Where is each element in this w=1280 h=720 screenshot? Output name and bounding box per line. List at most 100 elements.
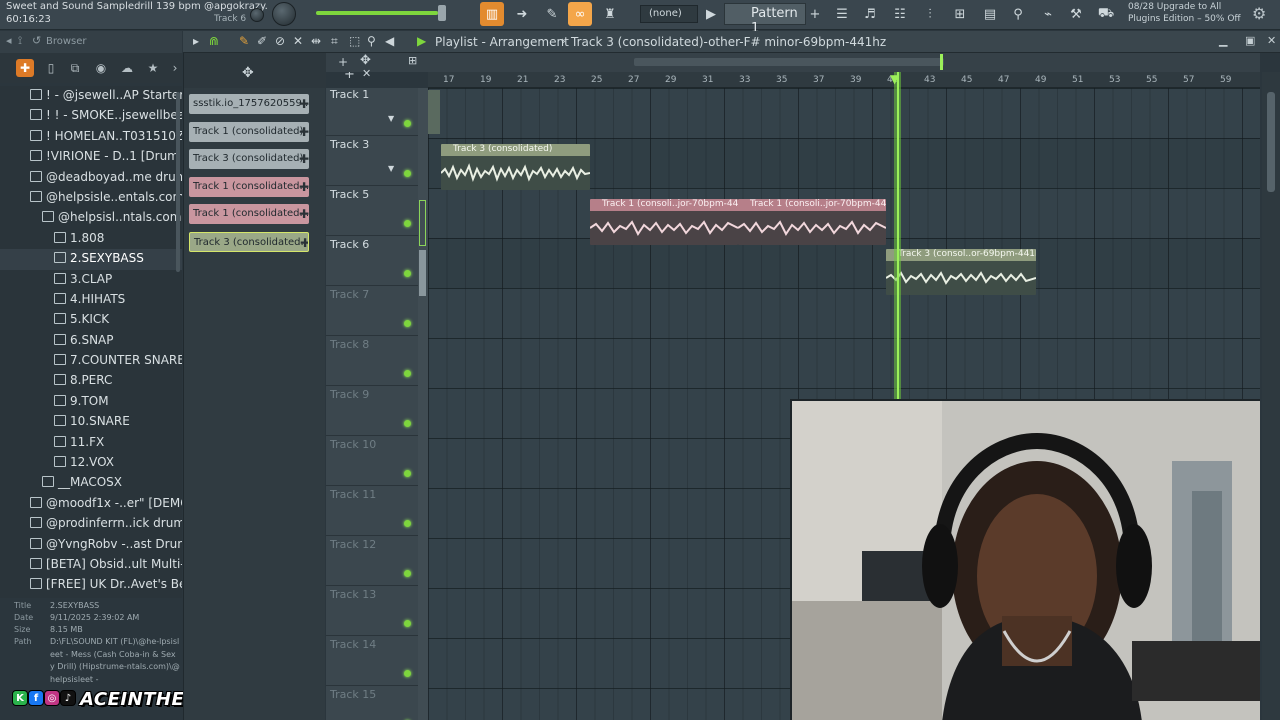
playhead[interactable] — [897, 72, 899, 400]
track-enable-led[interactable] — [404, 320, 411, 327]
add-icon[interactable]: + — [338, 55, 348, 69]
picker-clip[interactable]: ssstik.io_1757620559... ✚ — [189, 94, 309, 114]
browser-plugins-icon[interactable]: ⧉ — [66, 59, 84, 77]
browser-item[interactable]: 5.KICK — [0, 310, 182, 330]
track-header[interactable]: Track 12 — [326, 536, 418, 586]
track-header[interactable]: Track 1 ▼ — [326, 86, 418, 136]
browser-item[interactable]: ! ! - SMOKE..jsewellbeats — [0, 106, 182, 126]
track-enable-led[interactable] — [404, 220, 411, 227]
track-header[interactable]: Track 13 — [326, 586, 418, 636]
track-dropdown-icon[interactable]: ▼ — [388, 114, 394, 123]
track-header[interactable]: Track 6 — [326, 236, 418, 286]
track-header[interactable]: Track 14 — [326, 636, 418, 686]
track-header[interactable]: Track 3 ▼ — [326, 136, 418, 186]
browser-item[interactable]: 10.SNARE — [0, 412, 182, 432]
track-header[interactable]: Track 11 — [326, 486, 418, 536]
track-enable-led[interactable] — [404, 670, 411, 677]
picker-add-icon[interactable]: ✚ — [299, 125, 309, 139]
horizontal-scroller[interactable] — [634, 58, 944, 66]
track-enable-led[interactable] — [404, 620, 411, 627]
track1-clip[interactable] — [428, 90, 440, 134]
close-x-icon[interactable]: ✕ — [362, 67, 371, 80]
master-pitch-knob[interactable] — [272, 2, 296, 26]
picker-clip[interactable]: Track 3 (consolidated) ✚ — [189, 149, 309, 169]
track5-clip-a[interactable]: Track 1 (consoli..jor-70bpm-443hz — [590, 199, 738, 245]
tools-icon[interactable]: ⚒ — [1064, 2, 1088, 26]
pattern-none-select[interactable]: (none) — [640, 5, 698, 23]
magnet-snap-icon[interactable]: ⋒ — [209, 34, 219, 48]
draw-tool-icon[interactable]: ✎ — [239, 34, 249, 48]
move-icon[interactable]: ✥ — [360, 53, 371, 68]
vertical-scroll-thumb[interactable] — [1267, 92, 1275, 192]
picker-add-icon[interactable]: ✚ — [299, 180, 309, 194]
browser-item[interactable]: @helpsisle..entals.com) — [0, 188, 182, 208]
browser-item[interactable]: 8.PERC — [0, 371, 182, 391]
browser-item[interactable]: 3.CLAP — [0, 270, 182, 290]
track-enable-led[interactable] — [404, 370, 411, 377]
pitch-knob[interactable] — [250, 8, 264, 22]
track-enable-led[interactable] — [404, 420, 411, 427]
browser-item[interactable]: [FREE] UK Dr..Avet's Beats — [0, 575, 182, 595]
metronome-icon[interactable]: ♜ — [598, 2, 622, 26]
track-header[interactable]: Track 10 — [326, 436, 418, 486]
grid-icon[interactable]: ⊞ — [408, 54, 417, 67]
browser-item[interactable]: @moodf1x -..er" [DEMO] — [0, 494, 182, 514]
browser-item[interactable]: @helpsisl..ntals.com) — [0, 208, 182, 228]
track-header[interactable]: Track 5 — [326, 186, 418, 236]
track-dropdown-icon[interactable]: ▼ — [388, 164, 394, 173]
track6-clip[interactable]: Track 3 (consol..or-69bpm-441hz — [886, 249, 1036, 295]
mute-tool-icon[interactable]: ✕ — [293, 34, 303, 48]
vertical-scrollbar[interactable] — [1262, 72, 1280, 720]
playlist-view-icon[interactable]: ☰ — [830, 2, 854, 26]
play-arrangement-icon[interactable]: ▶ — [417, 34, 426, 48]
browser-pin-icon[interactable]: ⟟ — [18, 34, 22, 48]
maximize-button[interactable]: ▣ — [1245, 34, 1255, 47]
browser-all-icon[interactable]: ✚ — [16, 59, 34, 77]
browser-favorites-icon[interactable]: ★ — [144, 59, 162, 77]
slice-tool-icon[interactable]: ⌗ — [331, 34, 338, 49]
browser-item[interactable]: 2.SEXYBASS — [0, 249, 182, 270]
browser-item[interactable]: 7.COUNTER SNARE — [0, 351, 182, 371]
picker-clip[interactable]: Track 1 (consolidated... ✚ — [189, 204, 309, 224]
shop-icon[interactable]: ⛟ — [1094, 2, 1118, 26]
browser-menu-icon[interactable]: ◂ — [6, 34, 12, 47]
track-enable-led[interactable] — [404, 570, 411, 577]
browser-more-icon[interactable]: › — [166, 59, 184, 77]
track-enable-led[interactable] — [404, 120, 411, 127]
master-volume-slider[interactable] — [316, 11, 446, 15]
picker-clip[interactable]: Track 1 (consolidated... ✚ — [189, 176, 309, 197]
browser-item[interactable]: 6.SNAP — [0, 331, 182, 351]
channel-rack-icon[interactable]: ☷ — [888, 2, 912, 26]
pattern-selector[interactable]: Pattern 1 — [724, 3, 806, 36]
browser-icon[interactable]: ▤ — [978, 2, 1002, 26]
arrow-right-icon[interactable]: ➜ — [510, 2, 534, 26]
browser-item[interactable]: ! HOMELAN..T031510Z-001 — [0, 127, 182, 147]
track-header[interactable]: Track 7 — [326, 286, 418, 336]
browser-item[interactable]: [BETA] Obsid..ult Multi-Kit — [0, 555, 182, 575]
zoom-tool-icon[interactable]: ⚲ — [367, 34, 376, 48]
browser-item[interactable]: @prodinferrn..ick drumkit — [0, 514, 182, 534]
browser-item[interactable]: ! - @jsewell..AP Starter Kit — [0, 86, 182, 106]
add-pattern-icon[interactable]: + — [808, 2, 822, 26]
minimize-button[interactable]: ▁ — [1219, 34, 1227, 47]
track-enable-led[interactable] — [404, 470, 411, 477]
settings-gear-icon[interactable]: ⚙ — [1252, 4, 1272, 24]
browser-item[interactable]: @deadboyad..me drumkit — [0, 168, 182, 188]
select-tool-icon[interactable]: ⬚ — [349, 34, 360, 48]
browser-files-icon[interactable]: ▯ — [42, 59, 60, 77]
picker-add-icon[interactable]: ✚ — [299, 152, 309, 166]
track-header[interactable]: Track 8 — [326, 336, 418, 386]
mixer-icon[interactable]: ⫶ — [918, 2, 942, 26]
track-enable-led[interactable] — [404, 270, 411, 277]
track-enable-led[interactable] — [404, 520, 411, 527]
browser-cloud-icon[interactable]: ☁ — [118, 59, 136, 77]
playhead-marker-icon[interactable]: ▼ — [890, 72, 899, 86]
slip-tool-icon[interactable]: ⇹ — [311, 34, 321, 48]
delete-tool-icon[interactable]: ⊘ — [275, 34, 285, 48]
browser-item[interactable]: 11.FX — [0, 433, 182, 453]
browser-item[interactable]: 12.VOX — [0, 453, 182, 473]
picker-move-icon[interactable]: ✥ — [242, 65, 254, 81]
picker-add-icon[interactable]: ✚ — [299, 207, 309, 221]
playback-tool-icon[interactable]: ◀ — [385, 34, 394, 48]
picker-clip[interactable]: Track 3 (consolidated...✚ — [189, 231, 309, 252]
